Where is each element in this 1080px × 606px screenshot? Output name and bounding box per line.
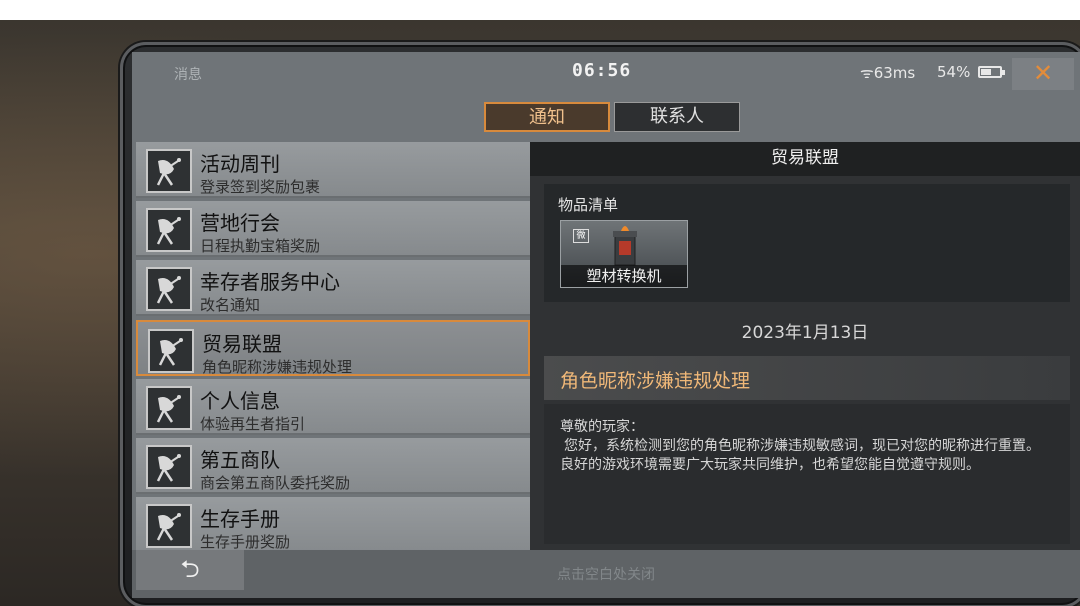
goods-label: 物品清单 <box>558 196 619 214</box>
message-body: 尊敬的玩家： 您好，系统检测到您的角色昵称涉嫌违规敏感词，现已对您的昵称进行重置… <box>544 404 1070 544</box>
body-greeting: 尊敬的玩家： <box>560 419 644 435</box>
sender-header: 贸易联盟 <box>530 142 1080 176</box>
ping-text: 63ms <box>873 64 916 82</box>
item-title: 活动周刊 <box>200 152 280 176</box>
satellite-dish-icon <box>146 504 192 548</box>
wifi-icon: ᯤ <box>860 64 874 82</box>
body-paragraph: 良好的游戏环境需要广大玩家共同维护，也希望您能自觉遵守规则。 <box>560 457 980 473</box>
messages-label: 消息 <box>174 67 202 83</box>
satellite-dish-icon <box>146 386 192 430</box>
close-x-icon: ✕ <box>1032 59 1054 87</box>
list-item-selected[interactable]: 贸易联盟 角色昵称涉嫌违规处理 <box>136 320 530 376</box>
converter-machine-icon <box>613 226 637 266</box>
clock: 06:56 <box>572 60 632 81</box>
battery-fill <box>981 69 991 75</box>
satellite-dish-icon <box>148 329 194 373</box>
back-arrow-icon: ⮌ <box>180 555 200 583</box>
reward-item-tile[interactable]: 微 塑材转换机 <box>560 220 688 288</box>
item-title: 第五商队 <box>200 448 280 472</box>
close-button[interactable]: ✕ <box>1012 58 1074 90</box>
list-item[interactable]: 活动周刊 登录签到奖励包裹 <box>136 142 530 198</box>
item-subtitle: 生存手册奖励 <box>200 533 291 550</box>
item-name: 塑材转换机 <box>561 265 687 287</box>
close-hint[interactable]: 点击空白处关闭 <box>132 564 1080 584</box>
item-subtitle: 改名通知 <box>200 296 261 314</box>
list-item[interactable]: 生存手册 生存手册奖励 <box>136 497 530 550</box>
battery-percent: 54% <box>937 63 971 81</box>
item-title: 幸存者服务中心 <box>200 270 340 294</box>
satellite-dish-icon <box>146 149 192 193</box>
item-title: 营地行会 <box>200 211 280 235</box>
status-bar: 消息 06:56 ᯤ63ms 54% ✕ <box>132 52 1080 92</box>
item-subtitle: 角色昵称涉嫌违规处理 <box>202 358 353 376</box>
item-subtitle: 日程执勤宝箱奖励 <box>200 237 321 255</box>
back-button[interactable]: ⮌ <box>136 550 244 590</box>
satellite-dish-icon <box>146 267 192 311</box>
item-subtitle: 登录签到奖励包裹 <box>200 178 321 196</box>
tab-contacts[interactable]: 联系人 <box>614 102 740 132</box>
message-title: 角色昵称涉嫌违规处理 <box>560 370 751 392</box>
item-title: 贸易联盟 <box>202 332 282 356</box>
list-item[interactable]: 营地行会 日程执勤宝箱奖励 <box>136 201 530 257</box>
message-screen: 消息 06:56 ᯤ63ms 54% ✕ 通知 联系人 活动周刊 登录签到奖励包… <box>132 52 1080 598</box>
message-title-bar: 角色昵称涉嫌违规处理 <box>544 356 1070 400</box>
satellite-dish-icon <box>146 445 192 489</box>
body-paragraph: 您好，系统检测到您的角色昵称涉嫌违规敏感词，现已对您的昵称进行重置。 <box>564 438 1040 454</box>
tab-notifications[interactable]: 通知 <box>484 102 610 132</box>
goods-panel: 物品清单 微 塑材转换机 <box>544 184 1070 302</box>
item-title: 生存手册 <box>200 507 280 531</box>
list-item[interactable]: 个人信息 体验再生者指引 <box>136 379 530 435</box>
network-indicator: ᯤ63ms <box>860 63 915 83</box>
list-item[interactable]: 幸存者服务中心 改名通知 <box>136 260 530 316</box>
battery-icon <box>978 66 1005 78</box>
message-date: 2023年1月13日 <box>741 323 869 343</box>
message-list: 活动周刊 登录签到奖励包裹 营地行会 日程执勤宝箱奖励 幸存者服务中心 改名通知… <box>136 142 530 550</box>
message-detail: 贸易联盟 物品清单 微 塑材转换机 2023年1月13日 角色昵称涉嫌违规处理 … <box>530 142 1080 550</box>
item-subtitle: 体验再生者指引 <box>200 415 306 433</box>
list-item[interactable]: 第五商队 商会第五商队委托奖励 <box>136 438 530 494</box>
item-title: 个人信息 <box>200 389 280 413</box>
satellite-dish-icon <box>146 208 192 252</box>
bottom-bar: 点击空白处关闭 ⮌ <box>132 550 1080 598</box>
item-subtitle: 商会第五商队委托奖励 <box>200 474 351 492</box>
